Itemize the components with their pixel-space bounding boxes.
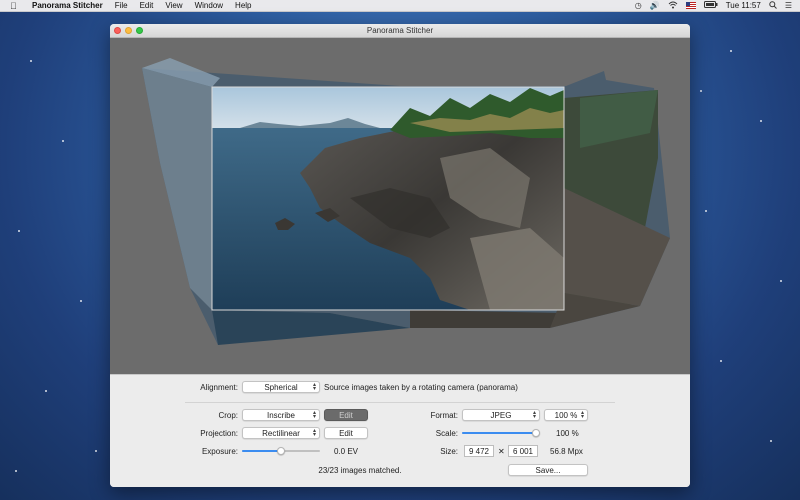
crop-edit-button[interactable]: Edit: [324, 409, 368, 421]
title-bar[interactable]: Panorama Stitcher: [110, 24, 690, 38]
size-times-icon: ✕: [498, 447, 505, 456]
search-icon[interactable]: [769, 0, 777, 11]
exposure-value: 0.0 EV: [334, 447, 359, 456]
flag-icon[interactable]: [685, 2, 696, 9]
divider: [185, 402, 615, 403]
projection-edit-button[interactable]: Edit: [324, 427, 368, 439]
minimize-icon[interactable]: [125, 27, 132, 34]
chevron-updown-icon: ▴ ▾: [580, 410, 584, 420]
format-popup[interactable]: JPEG ▴ ▾: [462, 409, 540, 421]
time-machine-icon[interactable]: ◷: [635, 1, 642, 10]
alignment-label: Alignment:: [200, 383, 238, 392]
projection-popup[interactable]: Rectilinear ▴ ▾: [242, 427, 320, 439]
close-icon[interactable]: [114, 27, 121, 34]
exposure-slider[interactable]: [242, 447, 320, 455]
window-controls: [114, 27, 143, 34]
status-text: 23/23 images matched.: [318, 466, 402, 475]
slider-fill: [242, 450, 281, 452]
apple-icon[interactable]: : [10, 1, 18, 11]
control-panel: Alignment: Spherical ▴ ▾ Source images ta…: [110, 374, 690, 487]
menu-window[interactable]: Window: [195, 1, 223, 10]
scale-value: 100 %: [556, 429, 579, 438]
chevron-updown-icon: ▴ ▾: [312, 410, 316, 420]
chevron-updown-icon: ▴ ▾: [312, 382, 316, 392]
menu-edit[interactable]: Edit: [140, 1, 154, 10]
size-width-field[interactable]: 9 472: [464, 445, 494, 457]
menu-app-name[interactable]: Panorama Stitcher: [32, 1, 103, 10]
menu-help[interactable]: Help: [235, 1, 251, 10]
alignment-value: Spherical: [264, 382, 298, 392]
size-mpx: 56.8 Mpx: [550, 447, 583, 456]
list-icon[interactable]: ☰: [785, 1, 792, 10]
window-title: Panorama Stitcher: [366, 26, 434, 35]
menu-file[interactable]: File: [115, 1, 128, 10]
save-button[interactable]: Save...: [508, 464, 588, 476]
alignment-description: Source images taken by a rotating camera…: [324, 383, 518, 392]
menu-bar:  Panorama Stitcher File Edit View Windo…: [0, 0, 800, 12]
scale-slider[interactable]: [462, 429, 540, 437]
projection-value: Rectilinear: [262, 428, 300, 438]
menu-view[interactable]: View: [165, 1, 182, 10]
format-value: JPEG: [490, 410, 512, 420]
app-window: Panorama Stitcher Alignment: Spherical ▴…: [110, 24, 690, 487]
panorama-image: [142, 58, 670, 345]
crop-label: Crop:: [218, 411, 238, 420]
scale-label: Scale:: [435, 429, 458, 438]
crop-value: Inscribe: [266, 410, 295, 420]
zoom-icon[interactable]: [136, 27, 143, 34]
projection-label: Projection:: [200, 429, 238, 438]
menu-clock[interactable]: Tue 11:57: [726, 1, 761, 10]
crop-popup[interactable]: Inscribe ▴ ▾: [242, 409, 320, 421]
quality-value: 100 %: [554, 410, 578, 420]
size-height-field[interactable]: 6 001: [508, 445, 538, 457]
exposure-label: Exposure:: [201, 447, 238, 456]
panorama-preview[interactable]: [110, 38, 690, 374]
slider-knob[interactable]: [277, 447, 285, 455]
volume-icon[interactable]: 🔊: [650, 1, 660, 10]
quality-popup[interactable]: 100 % ▴ ▾: [544, 409, 588, 421]
wifi-icon[interactable]: [668, 1, 678, 11]
battery-icon[interactable]: [703, 1, 718, 10]
slider-knob[interactable]: [532, 429, 540, 437]
format-label: Format:: [430, 411, 458, 420]
alignment-popup[interactable]: Spherical ▴ ▾: [242, 381, 320, 393]
chevron-updown-icon: ▴ ▾: [312, 428, 316, 438]
slider-fill: [462, 432, 536, 434]
chevron-updown-icon: ▴ ▾: [532, 410, 536, 420]
size-label: Size:: [440, 447, 458, 456]
